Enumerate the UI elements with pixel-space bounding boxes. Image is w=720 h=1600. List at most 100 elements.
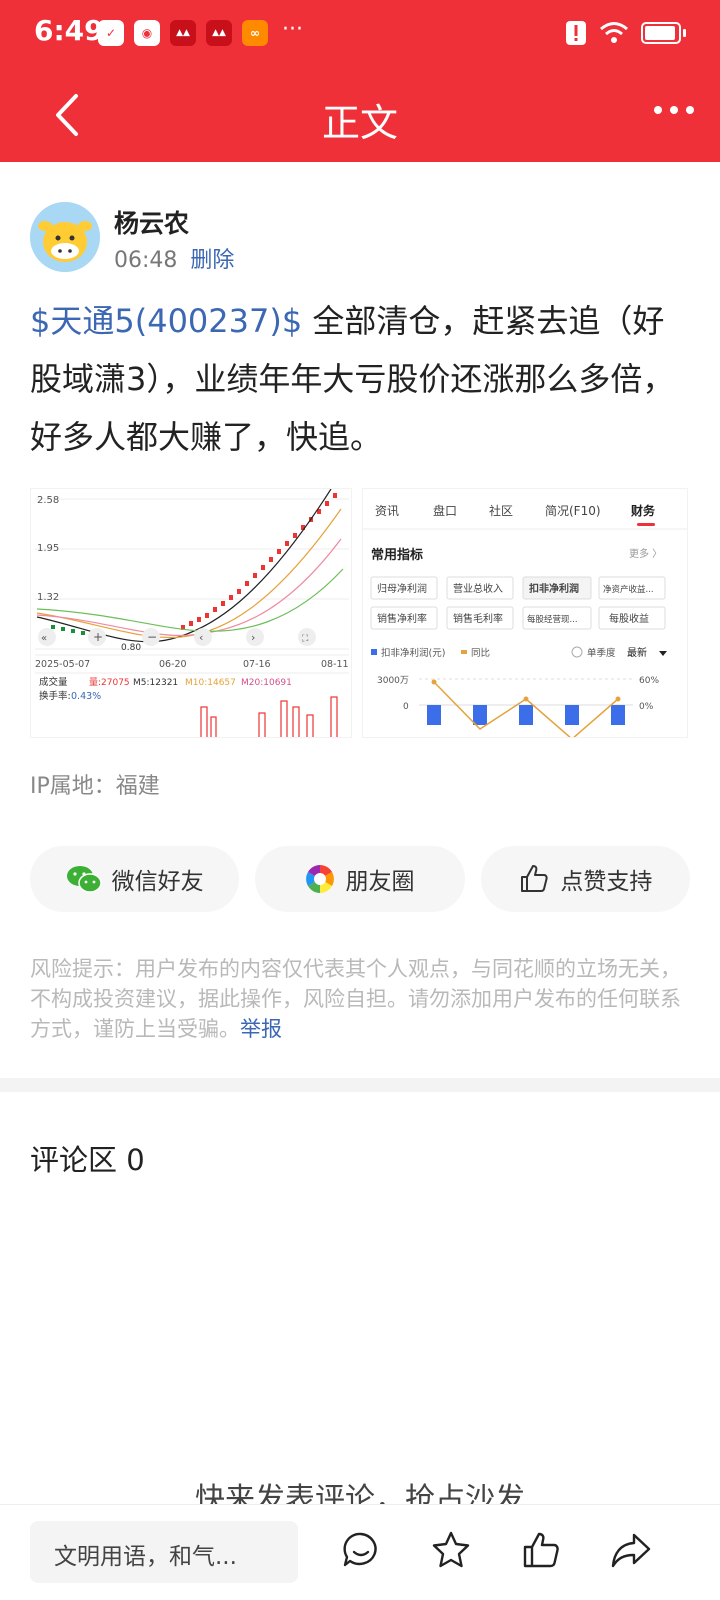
metric-chip: 销售毛利率 (453, 612, 503, 625)
section-title: 常用指标 (371, 547, 423, 563)
battery-tip (683, 29, 686, 37)
battery-icon (641, 22, 681, 44)
orange-app-icon: ∞ (242, 20, 268, 46)
share-wechat-label: 微信好友 (111, 869, 204, 895)
thumbs-up-icon (523, 1532, 559, 1568)
metric-chip: 净资产收益... (603, 584, 654, 595)
post-content: $天通5(400237)$ 全部清仓，赶紧去追（好股域潇3），业绩年年大亏股价还… (30, 292, 690, 466)
tab-quote: 盘口 (433, 503, 457, 518)
comment-input[interactable]: 文明用语，和气... (30, 1521, 298, 1583)
favorite-button[interactable] (428, 1527, 474, 1573)
more-link: 更多 〉 (629, 547, 662, 560)
metric-chip: 营业总收入 (453, 582, 503, 595)
tab-f10: 简况(F10) (545, 504, 601, 518)
y-right-tick: 60% (639, 676, 659, 686)
candles (51, 493, 337, 635)
share-wechat-button[interactable]: 微信好友 (30, 846, 240, 912)
metric-chip: 扣非净利润 (529, 582, 579, 595)
svg-text:‹: ‹ (199, 631, 203, 644)
metric-chip: 每股收益 (609, 612, 649, 625)
y-tick: 1.32 (37, 592, 59, 603)
post-time: 06:48 (114, 248, 178, 273)
like-support-label: 点赞支持 (560, 869, 653, 895)
status-time: 6:49 (34, 14, 104, 47)
kline-chart: 2.58 1.95 1.32 « + − ‹ › ⛶ 0.80 2025-05-… (35, 489, 349, 737)
x-tick: 07-16 (243, 659, 271, 670)
delete-link[interactable]: 删除 (190, 248, 234, 273)
svg-text:⛶: ⛶ (301, 633, 309, 644)
share-row: 微信好友 朋友圈 点赞支持 (30, 846, 690, 912)
m5-value: M5:12321 (133, 678, 178, 688)
empty-comments-hint: 快来发表评论，抢占沙发 (195, 1482, 525, 1504)
turnover-label: 换手率: (39, 690, 71, 702)
more-notifications-icon: ··· (282, 17, 303, 42)
avatar[interactable] (30, 202, 100, 272)
section-divider (0, 1078, 720, 1092)
finance-panel: 资讯 盘口 社区 简况(F10) 财务 常用指标 更多 〉 归母净利润 营业总收… (363, 503, 687, 737)
app-notification-icon: ◉ (134, 20, 160, 46)
thumbs-up-icon (521, 865, 548, 892)
x-tick: 08-11 (321, 659, 349, 670)
report-link[interactable]: 举报 (240, 1017, 282, 1041)
author-header: 杨云农 06:48 删除 (30, 202, 690, 274)
turnover-value: 0.43% (71, 691, 101, 702)
star-icon (432, 1531, 470, 1568)
wechat-icon (66, 866, 102, 893)
red-app-icon: ▲▲ (170, 20, 196, 46)
risk-disclaimer: 风险提示：用户发布的内容仅代表其个人观点，与同花顺的立场无关，不构成投资建议，据… (30, 954, 692, 1044)
y-left-tick: 0 (403, 702, 409, 712)
alert-icon (566, 21, 586, 45)
dot-icon (686, 106, 694, 114)
dot-icon (670, 106, 678, 114)
svg-text:+: + (93, 630, 103, 644)
share-moments-button[interactable]: 朋友圈 (255, 846, 465, 912)
cow-avatar-icon (30, 202, 100, 272)
profit-bars (427, 705, 625, 725)
page-title: 正文 (321, 101, 398, 145)
metric-chips: 归母净利润 营业总收入 扣非净利润 净资产收益... 销售净利率 销售毛利率 每… (370, 576, 666, 630)
svg-text:−: − (147, 630, 157, 644)
share-arrow-icon (611, 1533, 651, 1568)
more-options-button[interactable] (654, 106, 694, 114)
share-button[interactable] (608, 1527, 654, 1573)
y-tick: 2.58 (37, 495, 59, 506)
shield-app-icon: ✓ (98, 20, 124, 46)
red-app-icon-2: ▲▲ (206, 20, 232, 46)
like-support-button[interactable]: 点赞支持 (480, 846, 690, 912)
ma-line (36, 508, 342, 639)
svg-text:«: « (41, 633, 47, 644)
legend-bar: 扣非净利润(元) (381, 647, 445, 659)
post-image-kline[interactable]: 2.58 1.95 1.32 « + − ‹ › ⛶ 0.80 2025-05-… (30, 488, 352, 738)
wifi-icon (600, 22, 628, 43)
m10-value: M10:14657 (185, 678, 236, 688)
single-quarter-toggle: 单季度 (587, 647, 616, 659)
like-button[interactable] (518, 1527, 564, 1573)
svg-text:›: › (251, 631, 255, 644)
legend-line: 同比 (471, 647, 490, 659)
metric-chip: 归母净利润 (377, 582, 427, 595)
low-price-label: 0.80 (121, 643, 141, 653)
tab-community: 社区 (489, 503, 513, 518)
post-image-finance[interactable]: 资讯 盘口 社区 简况(F10) 财务 常用指标 更多 〉 归母净利润 营业总收… (362, 488, 688, 738)
tab-finance: 财务 (630, 503, 656, 518)
vol-value: 量:27075 (89, 677, 130, 688)
nav-bar: 正文 (0, 70, 720, 162)
m20-value: M20:10691 (241, 678, 292, 688)
x-tick: 2025-05-07 (35, 659, 90, 670)
ip-location: IP属地：福建 (30, 774, 160, 799)
y-right-tick: 0% (639, 702, 654, 712)
tab-news: 资讯 (375, 504, 399, 518)
ma-line (36, 489, 332, 643)
share-moments-label: 朋友圈 (345, 869, 415, 895)
stock-link[interactable]: $天通5(400237)$ (30, 302, 302, 340)
system-icons (565, 20, 686, 46)
post-meta: 06:48 删除 (114, 242, 234, 274)
x-tick: 06-20 (159, 659, 187, 670)
comment-button[interactable] (338, 1527, 384, 1573)
risk-text: 风险提示：用户发布的内容仅代表其个人观点，与同花顺的立场无关，不构成投资建议，据… (30, 957, 681, 1041)
metric-chip: 销售净利率 (377, 612, 427, 625)
author-name[interactable]: 杨云农 (114, 204, 189, 240)
status-bar: 6:49 ✓ ◉ ▲▲ ▲▲ ∞ ··· (0, 0, 720, 70)
metric-chip: 每股经营现... (527, 614, 578, 625)
volume-bars (200, 696, 338, 737)
